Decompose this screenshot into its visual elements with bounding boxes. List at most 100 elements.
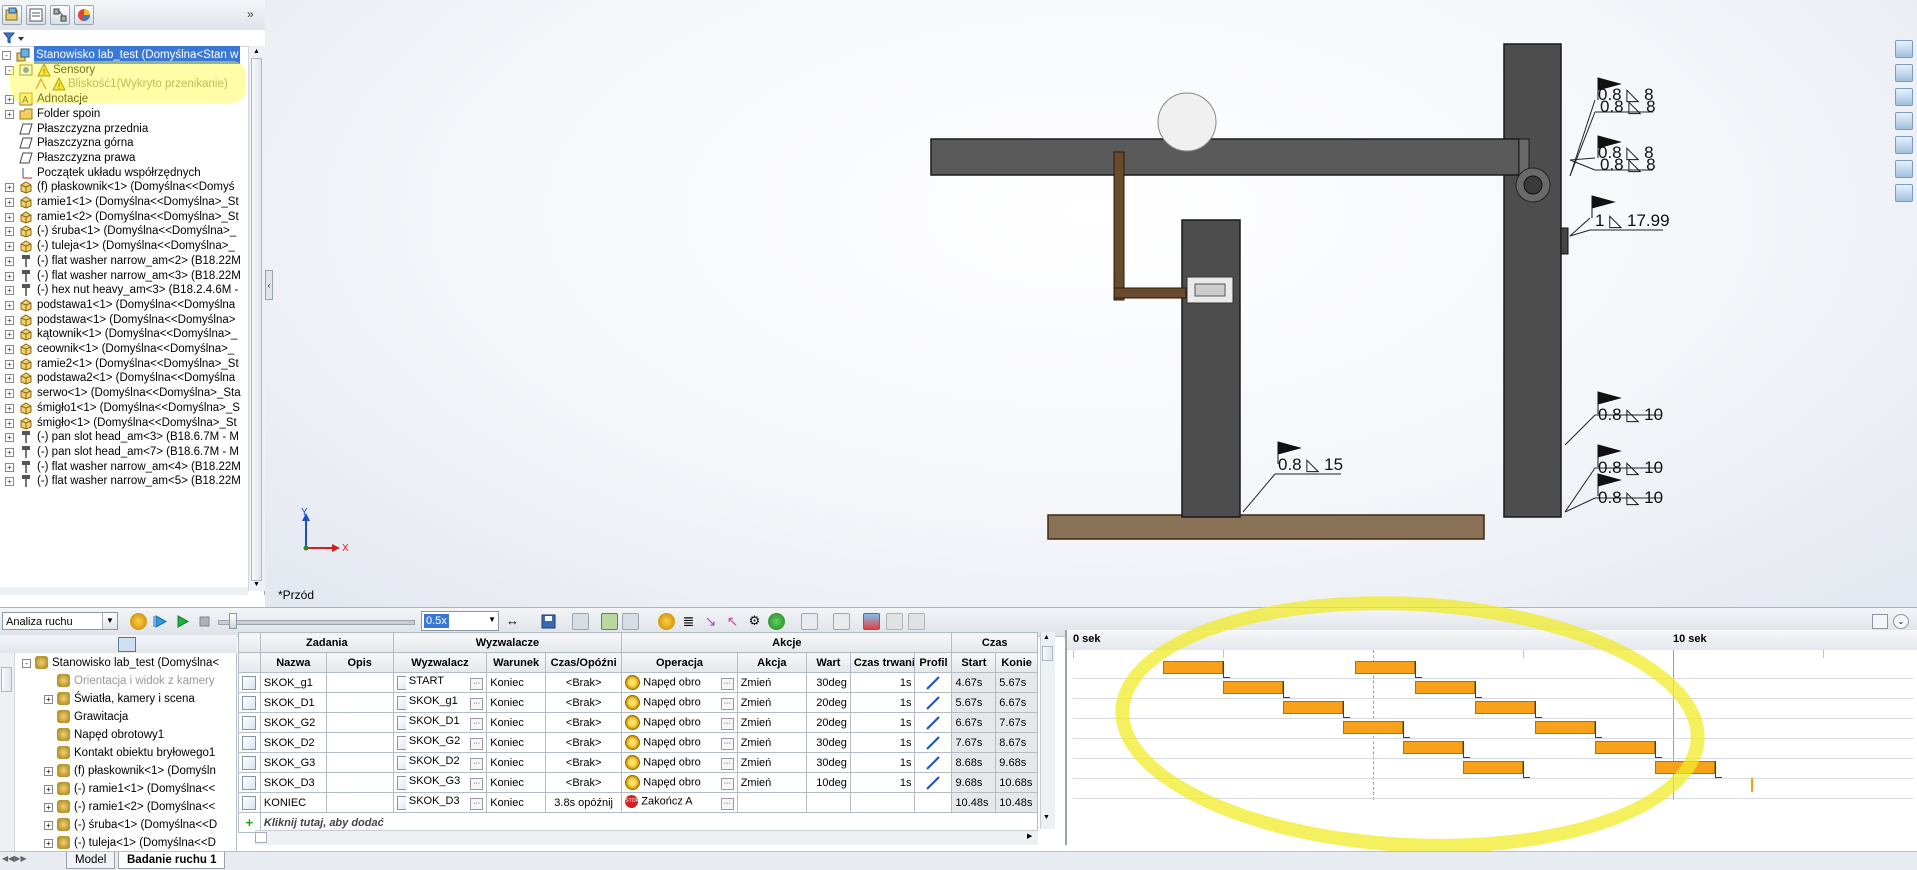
- col-header-duration[interactable]: Czas trwania: [849, 652, 916, 673]
- playback-mode-icon[interactable]: ↔: [504, 613, 521, 630]
- gravity-icon[interactable]: [768, 613, 785, 630]
- expand-icon[interactable]: +: [5, 359, 14, 369]
- end-time-marker[interactable]: [1751, 778, 1753, 792]
- expand-icon[interactable]: +: [5, 109, 14, 119]
- scroll-up-icon[interactable]: ▲: [251, 48, 262, 58]
- filter-selected-icon[interactable]: [162, 637, 180, 652]
- split-view-icon[interactable]: [1872, 614, 1888, 629]
- col-header-condition[interactable]: Warunek: [486, 652, 547, 673]
- event-row[interactable]: SKOK_G3 SKOK_D2 ··· Koniec <Brak> Napęd obro ·…: [238, 752, 1038, 773]
- tab-motion-study[interactable]: Badanie ruchu 1: [118, 852, 226, 869]
- motion-tree-item[interactable]: + (-) śruba<1> (Domyślna<<D: [44, 816, 237, 834]
- event-time-bar[interactable]: [1535, 721, 1595, 734]
- col-header-operation[interactable]: Operacja: [621, 652, 738, 673]
- expand-icon[interactable]: +: [5, 447, 14, 457]
- cell-delay[interactable]: <Brak>: [545, 772, 623, 793]
- home-icon[interactable]: [1895, 64, 1913, 82]
- profile-linear-icon[interactable]: [926, 735, 941, 750]
- cell-delay[interactable]: <Brak>: [545, 672, 623, 693]
- configuration-manager-tab-icon[interactable]: [50, 5, 70, 25]
- servo-arm[interactable]: [1113, 151, 1125, 301]
- playback-speed-select[interactable]: 0.5x ▼: [421, 611, 499, 631]
- cell-delay[interactable]: <Brak>: [545, 752, 623, 773]
- ellipsis-button[interactable]: ···: [720, 778, 734, 790]
- expand-icon[interactable]: +: [44, 839, 53, 848]
- appearances-icon[interactable]: [1895, 160, 1913, 178]
- event-time-bar[interactable]: [1415, 681, 1475, 694]
- event-view-icon[interactable]: [863, 613, 880, 630]
- study-type-select[interactable]: Analiza ruchu ▼: [2, 612, 118, 630]
- expand-icon[interactable]: +: [5, 315, 14, 325]
- collapse-motion-manager-icon[interactable]: ⌄: [1893, 614, 1909, 629]
- scroll-right-icon[interactable]: ▶: [1027, 832, 1032, 840]
- force-icon[interactable]: ↖: [724, 613, 741, 630]
- weld-label[interactable]: 0.8 ◺ 10: [1598, 458, 1663, 477]
- ellipsis-button[interactable]: ···: [470, 798, 484, 810]
- expand-icon[interactable]: +: [5, 183, 14, 193]
- tree-filter-bar[interactable]: [0, 30, 265, 47]
- expand-icon[interactable]: +: [44, 695, 53, 704]
- timeline-panel[interactable]: 0 sek 10 sek: [1065, 630, 1917, 845]
- event-time-bar[interactable]: [1463, 761, 1523, 774]
- event-time-bar[interactable]: [1343, 721, 1403, 734]
- ellipsis-button[interactable]: ···: [720, 698, 734, 710]
- file-explorer-icon[interactable]: [1895, 112, 1913, 130]
- ellipsis-button[interactable]: ···: [470, 738, 484, 750]
- timeline-row[interactable]: [1073, 718, 1913, 739]
- expand-icon[interactable]: +: [5, 242, 14, 252]
- cell-description[interactable]: [325, 752, 394, 773]
- cell-name[interactable]: SKOK_g1: [259, 672, 327, 693]
- cell-delay[interactable]: 3.8s opóźnij: [545, 792, 623, 813]
- cell-condition[interactable]: Koniec: [486, 792, 547, 813]
- profile-linear-icon[interactable]: [926, 775, 941, 790]
- ellipsis-button[interactable]: ···: [720, 798, 734, 810]
- ellipsis-button[interactable]: ···: [720, 718, 734, 730]
- cell-value[interactable]: 10deg: [805, 772, 851, 793]
- ellipsis-button[interactable]: ···: [470, 758, 484, 770]
- expand-icon[interactable]: +: [5, 374, 14, 384]
- chevron-down-icon[interactable]: ▼: [102, 613, 117, 629]
- event-row[interactable]: SKOK_D3 SKOK_G3 ··· Koniec <Brak> Napęd obro ·…: [238, 772, 1038, 793]
- contact-icon[interactable]: ⚙: [746, 613, 763, 630]
- tab-model[interactable]: Model: [66, 852, 116, 869]
- filter-animated-icon[interactable]: [118, 637, 136, 652]
- tab-scroll-icon[interactable]: ◀◀▶▶: [2, 854, 27, 863]
- ellipsis-button[interactable]: ···: [470, 678, 484, 690]
- add-key-icon[interactable]: [622, 613, 639, 630]
- motion-tree-item[interactable]: + Światła, kamery i scena: [44, 690, 237, 708]
- expand-icon[interactable]: +: [5, 345, 14, 354]
- scroll-up-icon[interactable]: ▲: [1043, 634, 1050, 641]
- cell-value[interactable]: 30deg: [805, 732, 851, 753]
- cell-value[interactable]: 20deg: [805, 692, 851, 713]
- cell-duration[interactable]: 1s: [849, 672, 916, 693]
- motion-tree-scroll-thumb[interactable]: [1, 667, 12, 692]
- feature-tree-tab-icon[interactable]: [2, 5, 22, 25]
- expand-icon[interactable]: +: [5, 212, 14, 222]
- property-manager-tab-icon[interactable]: [26, 5, 46, 25]
- expand-icon[interactable]: +: [5, 227, 14, 237]
- motion-tree-item[interactable]: + (-) tuleja<1> (Domyślna<<D: [44, 834, 237, 852]
- cell-action[interactable]: Zmień: [736, 772, 807, 793]
- cell-condition[interactable]: Koniec: [486, 772, 547, 793]
- event-time-bar[interactable]: [1403, 741, 1463, 754]
- cell-action[interactable]: Zmień: [736, 752, 807, 773]
- event-time-bar[interactable]: [1163, 661, 1223, 674]
- motion-tree-item[interactable]: Grawitacja: [44, 708, 237, 726]
- motion-tree-scrollbar[interactable]: [0, 653, 15, 851]
- cell-delay[interactable]: <Brak>: [545, 692, 623, 713]
- cell-value[interactable]: 20deg: [805, 712, 851, 733]
- cell-condition[interactable]: Koniec: [486, 672, 547, 693]
- expand-icon[interactable]: +: [44, 767, 53, 776]
- motion-tree-item[interactable]: Orientacja i widok z kamery: [44, 672, 237, 690]
- paste-icon[interactable]: [908, 613, 925, 630]
- cell-duration[interactable]: [849, 792, 916, 813]
- copy-icon[interactable]: [886, 613, 903, 630]
- profile-linear-icon[interactable]: [926, 675, 941, 690]
- save-animation-icon[interactable]: [540, 613, 557, 630]
- autokey-icon[interactable]: [601, 613, 618, 630]
- display-manager-tab-icon[interactable]: [74, 5, 94, 25]
- play-from-start-icon[interactable]: [152, 613, 169, 630]
- profile-linear-icon[interactable]: [926, 695, 941, 710]
- motion-tree-item[interactable]: - Stanowisko lab_test (Domyślna<: [22, 654, 237, 672]
- weld-label[interactable]: 1 ◺ 17.99: [1595, 211, 1670, 230]
